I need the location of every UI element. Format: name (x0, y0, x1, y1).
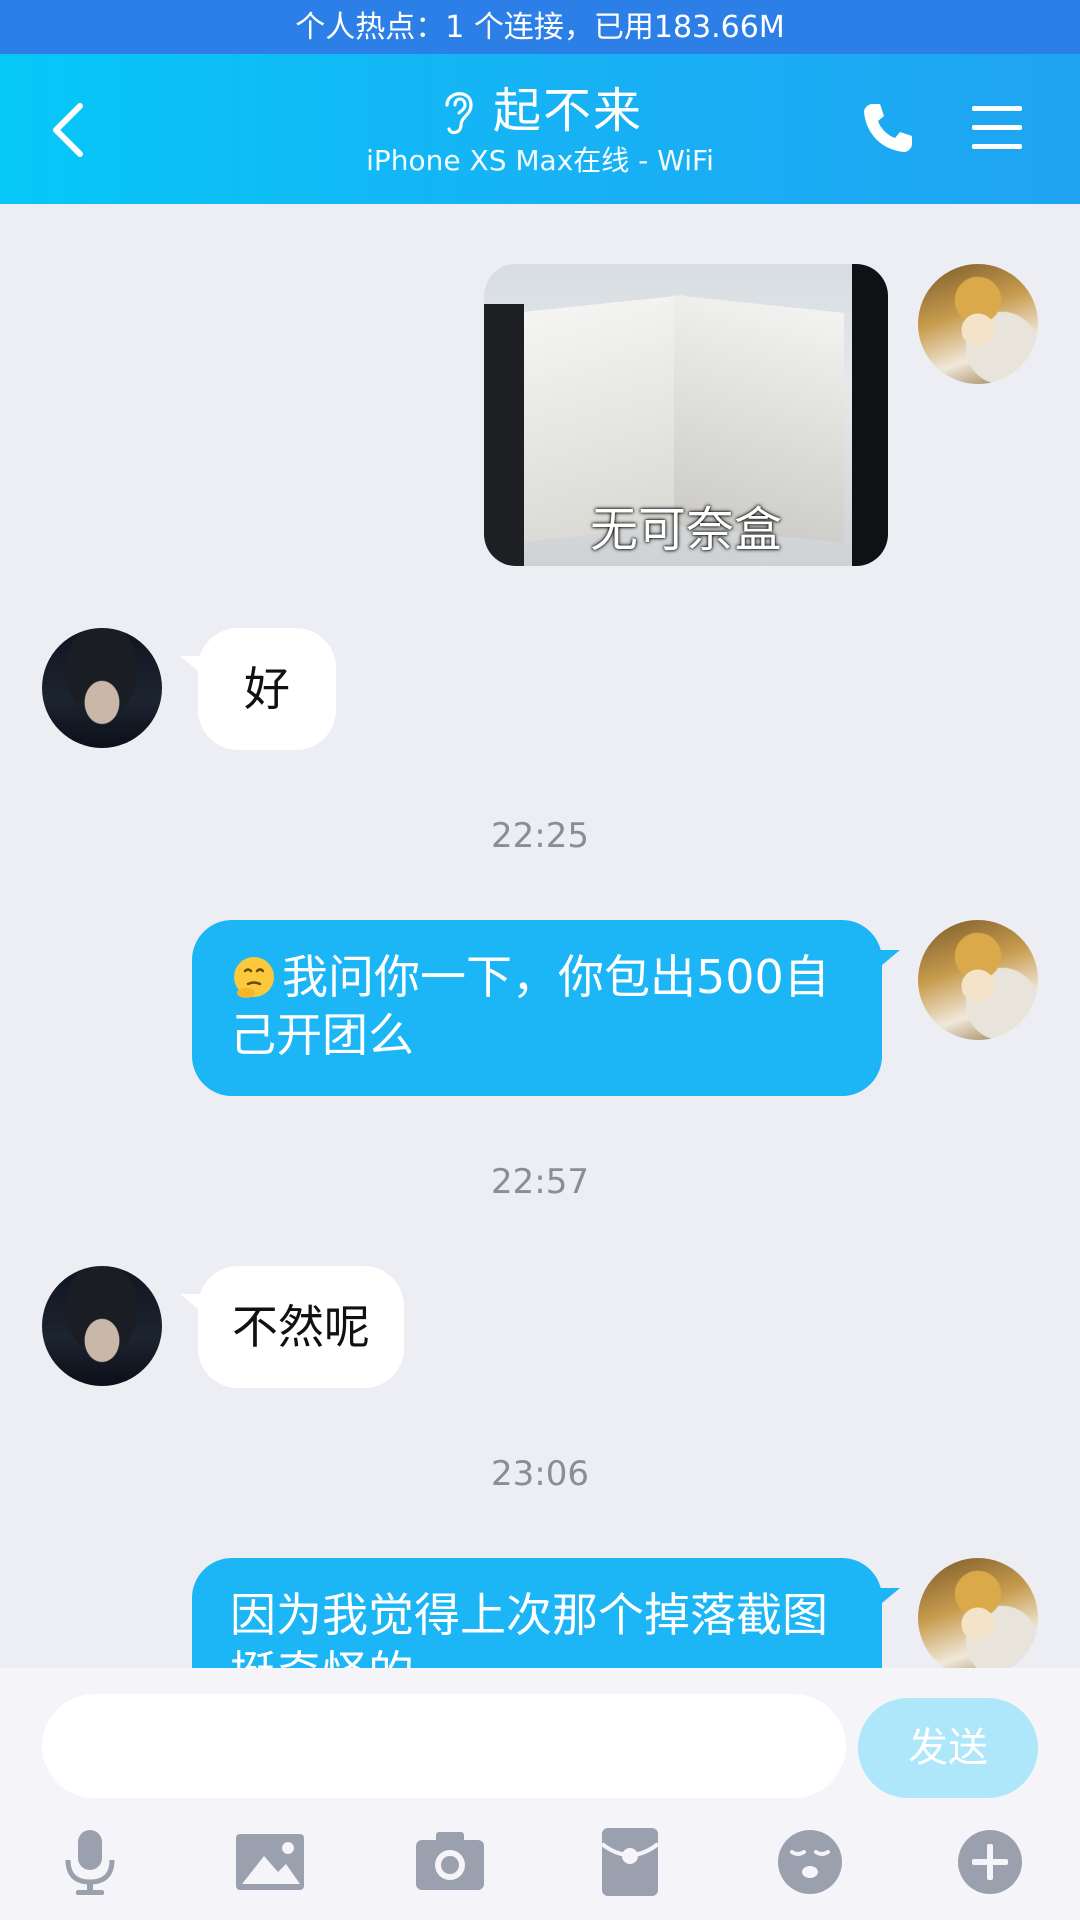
input-bar: 发送 (0, 1668, 1080, 1920)
image-icon[interactable] (234, 1826, 306, 1898)
image-caption: 无可奈盒 (589, 502, 782, 558)
my-avatar[interactable] (918, 1558, 1038, 1668)
menu-icon (972, 106, 1022, 149)
message-input[interactable] (42, 1694, 846, 1798)
send-button[interactable]: 发送 (858, 1698, 1038, 1798)
message-text: 因为我觉得上次那个掉落截图挺奇怪的 (230, 1588, 828, 1668)
message-bubble[interactable]: 好 (198, 628, 336, 750)
red-packet-icon[interactable] (594, 1826, 666, 1898)
message-text: 好 (244, 662, 290, 716)
chat-messages[interactable]: 无可奈盒 好 22:25 我问你一下，你包出500自己开团么 22:57 不然呢… (0, 204, 1080, 1668)
message-bubble[interactable]: 不然呢 (198, 1266, 404, 1388)
status-bar-text: 个人热点：1 个连接，已用183.66M (295, 10, 785, 45)
emoji-icon[interactable] (774, 1826, 846, 1898)
contact-avatar[interactable] (42, 1266, 162, 1386)
message-bubble[interactable]: 因为我觉得上次那个掉落截图挺奇怪的 (192, 1558, 882, 1668)
my-avatar[interactable] (918, 264, 1038, 384)
timestamp: 23:06 (491, 1454, 589, 1494)
plus-icon[interactable] (954, 1826, 1026, 1898)
chat-title-block: 起不来 iPhone XS Max在线 - WiFi (0, 82, 1080, 179)
menu-button[interactable] (968, 100, 1026, 156)
camera-icon[interactable] (414, 1826, 486, 1898)
message-text: 不然呢 (232, 1300, 370, 1354)
image-message[interactable]: 无可奈盒 (484, 264, 888, 566)
timestamp: 22:25 (491, 816, 589, 856)
my-avatar[interactable] (918, 920, 1038, 1040)
phone-icon (864, 104, 912, 152)
microphone-icon[interactable] (54, 1826, 126, 1898)
ear-icon[interactable] (437, 85, 477, 137)
thinking-emoji-icon (234, 957, 274, 998)
message-text: 我问你一下，你包出500自己开团么 (230, 950, 830, 1062)
call-button[interactable] (858, 98, 918, 158)
message-bubble[interactable]: 我问你一下，你包出500自己开团么 (192, 920, 882, 1096)
status-bar: 个人热点：1 个连接，已用183.66M (0, 0, 1080, 54)
online-status: iPhone XS Max在线 - WiFi (366, 144, 714, 177)
chat-title: 起不来 (492, 83, 643, 139)
contact-avatar[interactable] (42, 628, 162, 748)
chat-header: 起不来 iPhone XS Max在线 - WiFi (0, 54, 1080, 204)
timestamp: 22:57 (491, 1162, 589, 1202)
